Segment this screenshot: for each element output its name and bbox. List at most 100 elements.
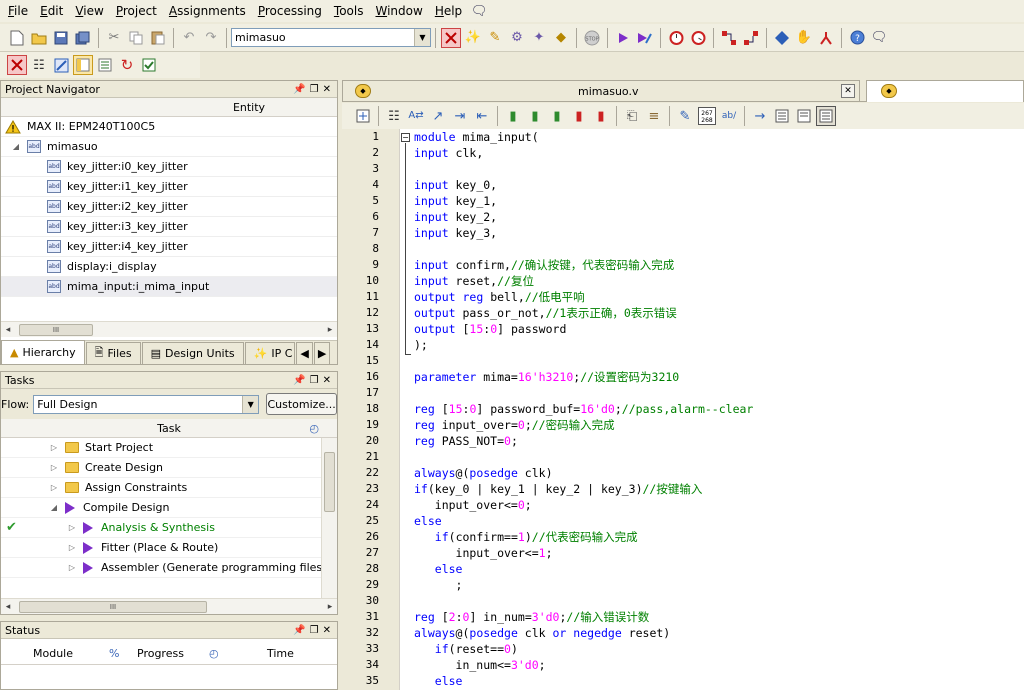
open-icon[interactable]: [29, 28, 49, 48]
save-icon[interactable]: [51, 28, 71, 48]
task-row[interactable]: ▷ Assembler (Generate programming files): [1, 558, 337, 578]
close-icon[interactable]: ✕: [323, 375, 331, 386]
programmer-icon[interactable]: ✋: [794, 28, 814, 48]
task-row[interactable]: ▷ Create Design: [1, 458, 337, 478]
chip-planner-icon[interactable]: [772, 28, 792, 48]
chip-wand-icon[interactable]: ✨: [463, 28, 483, 48]
expand-icon[interactable]: ▷: [49, 483, 59, 492]
status-col-time[interactable]: Time: [267, 647, 294, 660]
code-line[interactable]: input reset,//复位: [400, 273, 1024, 289]
status-col-progress[interactable]: Progress: [137, 647, 184, 660]
editor-tab-2[interactable]: ◆: [866, 80, 1024, 102]
tree-item-selected[interactable]: abd mima_input:i_mima_input: [1, 277, 337, 297]
pin-planner-icon[interactable]: [441, 27, 461, 48]
menu-project[interactable]: Project: [110, 1, 163, 21]
code-line[interactable]: if(key_0 | key_1 | key_2 | key_3)//按键输入: [400, 481, 1024, 497]
clear-bookmarks-icon[interactable]: ▮: [569, 106, 589, 126]
tree-root-row[interactable]: ◢ abd mimasuo: [1, 137, 337, 157]
cut-icon[interactable]: ✂: [104, 28, 124, 48]
entity-column-header[interactable]: Entity: [1, 98, 337, 117]
assignment-icon[interactable]: ✦: [529, 28, 549, 48]
remove-bookmark-icon[interactable]: ▮: [591, 106, 611, 126]
tree-item[interactable]: abd key_jitter:i1_key_jitter: [1, 177, 337, 197]
code-line[interactable]: in_num<=3'd0;: [400, 657, 1024, 673]
task-row[interactable]: ✔ ▷ Analysis & Synthesis: [1, 518, 337, 538]
spell-check-icon[interactable]: ab/: [719, 106, 739, 126]
tasks-toggle-icon[interactable]: [95, 55, 115, 75]
attach-icon[interactable]: ⎗: [622, 106, 642, 126]
code-line[interactable]: parameter mima=16'h3210;//设置密码为3210: [400, 369, 1024, 385]
prev-bookmark-icon[interactable]: ▮: [547, 106, 567, 126]
goto-line-icon[interactable]: ↗: [428, 106, 448, 126]
code-line[interactable]: ;: [400, 577, 1024, 593]
chevron-down-icon[interactable]: ▼: [242, 395, 259, 413]
code-line[interactable]: input key_1,: [400, 193, 1024, 209]
line-numbers-icon[interactable]: 267 268: [697, 106, 717, 126]
bookmark-icon[interactable]: ▮: [503, 106, 523, 126]
code-line[interactable]: [400, 449, 1024, 465]
tasks-horizontal-scrollbar[interactable]: ◂ III ▸: [1, 598, 337, 614]
scroll-thumb[interactable]: [324, 452, 335, 512]
close-icon[interactable]: ✕: [323, 625, 331, 636]
tab-scroll-right[interactable]: ▶: [313, 342, 331, 364]
code-line[interactable]: output reg bell,//低电平响: [400, 289, 1024, 305]
stop-icon[interactable]: STOP: [582, 28, 602, 48]
device-row[interactable]: MAX II: EPM240T100C5: [1, 117, 337, 137]
scroll-doc-icon[interactable]: ≡: [644, 106, 664, 126]
assignment-editor-icon[interactable]: [7, 55, 27, 75]
expand-icon[interactable]: ▷: [67, 543, 77, 552]
tree-item[interactable]: abd key_jitter:i4_key_jitter: [1, 237, 337, 257]
flow-select[interactable]: Full Design ▼: [33, 394, 260, 414]
code-line[interactable]: );: [400, 337, 1024, 353]
code-line[interactable]: reg [15:0] password_buf=16'd0;//pass,ala…: [400, 401, 1024, 417]
tab-ip-components[interactable]: ✨ IP C: [244, 342, 296, 364]
close-icon[interactable]: ✕: [323, 84, 331, 95]
navigator-horizontal-scrollbar[interactable]: ◂ III ▸: [1, 321, 337, 337]
close-icon[interactable]: ✕: [841, 84, 855, 98]
code-line[interactable]: output [15:0] password: [400, 321, 1024, 337]
run-task-icon[interactable]: [83, 521, 93, 534]
task-row[interactable]: ▷ Fitter (Place & Route): [1, 538, 337, 558]
copy-icon[interactable]: [126, 28, 146, 48]
undo-icon[interactable]: ↶: [179, 28, 199, 48]
editor-tab[interactable]: ◆ mimasuo.v ✕: [342, 80, 860, 102]
scroll-right-icon[interactable]: ▸: [323, 325, 337, 335]
binoculars-icon[interactable]: ☷: [29, 55, 49, 75]
pin-icon[interactable]: 📌: [293, 84, 305, 95]
menu-view[interactable]: View: [69, 1, 109, 21]
task-vertical-scrollbar[interactable]: [321, 438, 337, 598]
settings-icon[interactable]: ⚙: [507, 28, 527, 48]
next-bookmark-icon[interactable]: ▮: [525, 106, 545, 126]
restore-icon[interactable]: ❐: [310, 625, 319, 636]
tab-hierarchy[interactable]: ▲ Hierarchy: [1, 340, 85, 364]
menu-help[interactable]: Help: [429, 1, 468, 21]
code-line[interactable]: output pass_or_not,//1表示正确，0表示错误: [400, 305, 1024, 321]
code-line[interactable]: [400, 353, 1024, 369]
chevron-down-icon[interactable]: ▼: [414, 29, 430, 46]
code-line[interactable]: input key_2,: [400, 209, 1024, 225]
code-line[interactable]: if(reset==0): [400, 641, 1024, 657]
scroll-thumb[interactable]: III: [19, 323, 93, 336]
menu-file[interactable]: File: [2, 1, 34, 21]
technology-map-icon[interactable]: [741, 28, 761, 48]
tab-scroll-left[interactable]: ◀: [296, 342, 313, 364]
start-analysis-icon[interactable]: [635, 28, 655, 48]
find-icon[interactable]: ☷: [384, 106, 404, 126]
status-col-module[interactable]: Module: [33, 647, 73, 660]
scroll-thumb[interactable]: III: [19, 600, 207, 613]
tree-item[interactable]: abd key_jitter:i0_key_jitter: [1, 157, 337, 177]
find-replace-icon[interactable]: A⇄: [406, 106, 426, 126]
code-line[interactable]: else: [400, 673, 1024, 689]
code-line[interactable]: if(confirm==1)//代表密码输入完成: [400, 529, 1024, 545]
save-all-icon[interactable]: [73, 28, 93, 48]
menu-window[interactable]: Window: [369, 1, 428, 21]
code-line[interactable]: [400, 385, 1024, 401]
signal-tap-icon[interactable]: [51, 55, 71, 75]
project-navigator-toggle-icon[interactable]: [73, 55, 93, 75]
collapse-icon[interactable]: ◢: [49, 503, 59, 512]
tab-files[interactable]: 🗎 Files: [85, 342, 141, 364]
code-line[interactable]: reg [2:0] in_num=3'd0;//输入错误计数: [400, 609, 1024, 625]
timing-analyzer-icon[interactable]: [666, 28, 686, 48]
fold-icon[interactable]: −: [401, 133, 410, 142]
restore-icon[interactable]: ❐: [310, 375, 319, 386]
